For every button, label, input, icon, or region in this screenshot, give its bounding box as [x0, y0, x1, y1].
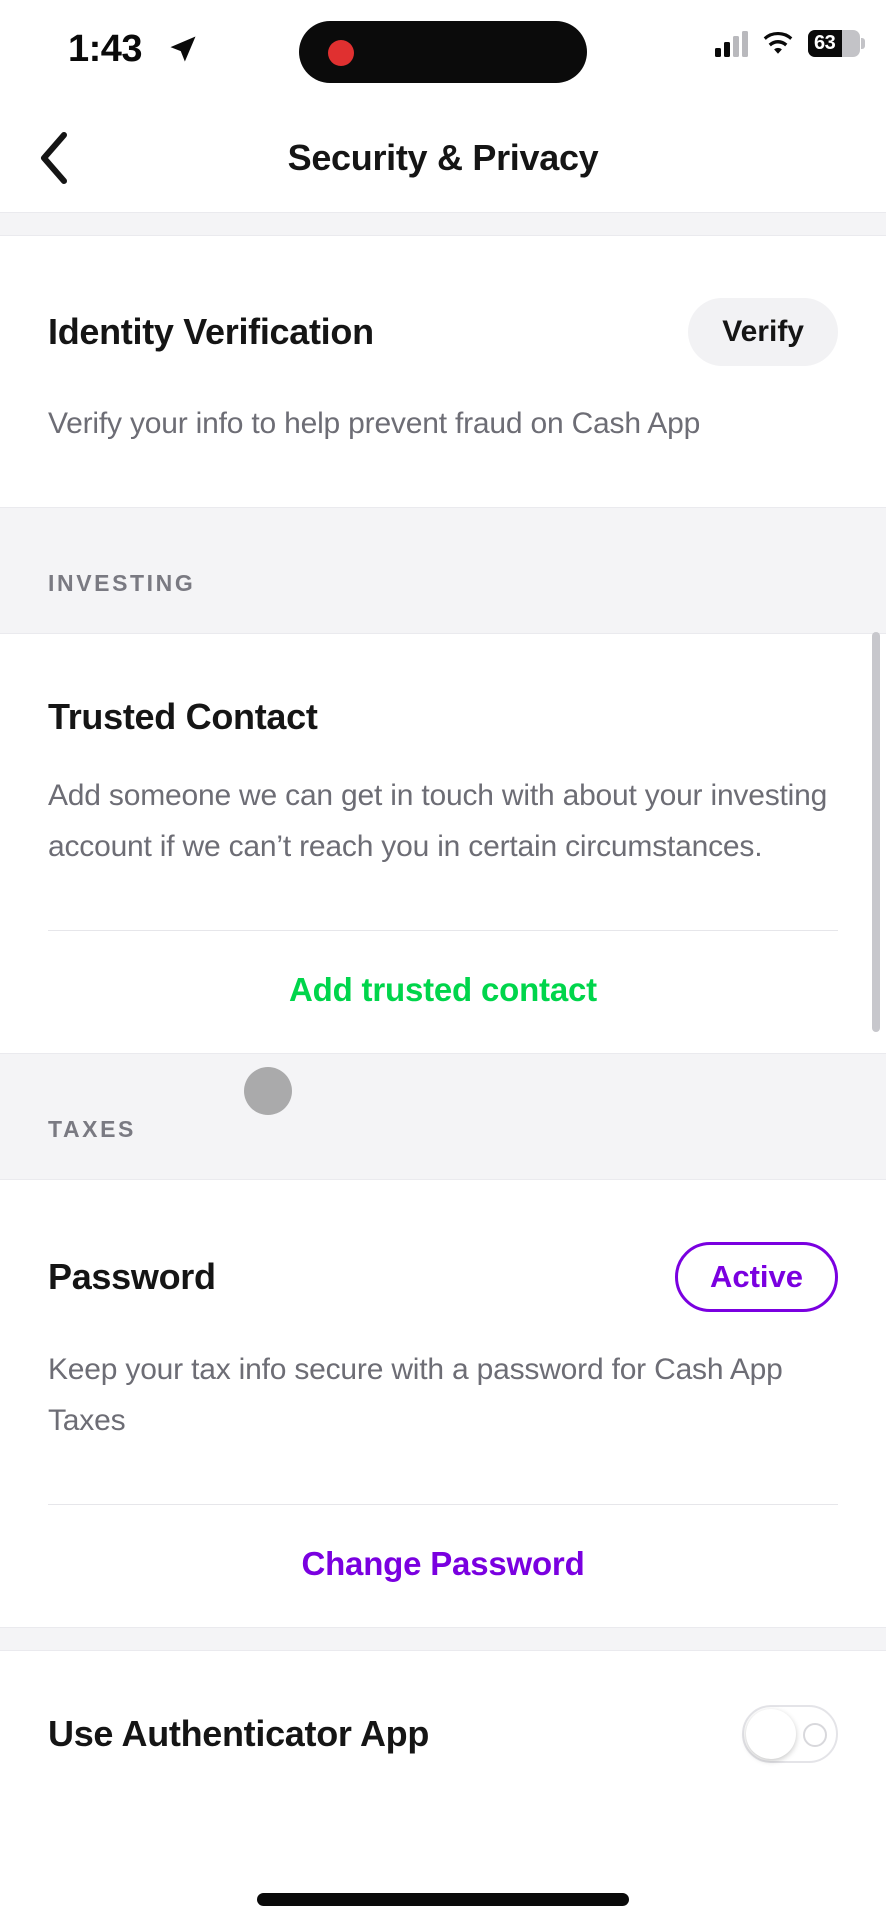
- back-button[interactable]: [22, 126, 86, 190]
- tax-password-title: Password: [48, 1256, 216, 1297]
- toggle-knob: [746, 1709, 796, 1759]
- chevron-left-icon: [41, 132, 67, 184]
- trusted-contact-card: Trusted Contact Add someone we can get i…: [0, 634, 886, 1053]
- location-arrow-icon: [170, 36, 196, 62]
- recording-dot-icon: [328, 40, 354, 66]
- status-bar-indicators: 63: [715, 30, 865, 57]
- section-header-taxes: TAXES: [0, 1053, 886, 1180]
- page-title: Security & Privacy: [287, 137, 599, 178]
- section-label-taxes: TAXES: [48, 1116, 136, 1142]
- home-indicator: [257, 1893, 629, 1906]
- dynamic-island: [299, 21, 587, 83]
- identity-verification-title: Identity Verification: [48, 311, 374, 352]
- identity-verification-card: Identity Verification Verify Verify your…: [0, 236, 886, 507]
- battery-percent-label: 63: [814, 32, 836, 54]
- section-gap: [0, 1627, 886, 1651]
- trusted-contact-title: Trusted Contact: [48, 696, 318, 737]
- identity-verification-description: Verify your info to help prevent fraud o…: [48, 407, 701, 440]
- cellular-signal-icon: [715, 30, 748, 57]
- authenticator-title: Use Authenticator App: [48, 1713, 430, 1754]
- section-header-investing: INVESTING: [0, 507, 886, 634]
- phone-screen: 1:43 63 Security & Privacy Identity Veri…: [0, 0, 886, 1920]
- wifi-icon: [763, 31, 793, 54]
- section-gap: [0, 212, 886, 236]
- status-badge-active[interactable]: Active: [674, 1242, 838, 1312]
- battery-icon: 63: [808, 30, 865, 57]
- authenticator-row[interactable]: Use Authenticator App: [0, 1651, 886, 1763]
- toggle-off-ring-icon: [803, 1723, 827, 1747]
- status-bar-time: 1:43: [68, 28, 143, 70]
- navigation-bar: Security & Privacy: [0, 104, 886, 212]
- trusted-contact-description: Add someone we can get in touch with abo…: [48, 779, 828, 863]
- tax-password-row: Password Active: [48, 1180, 838, 1312]
- authenticator-toggle[interactable]: [742, 1705, 838, 1763]
- verify-button[interactable]: Verify: [688, 298, 838, 366]
- identity-verification-row: Identity Verification Verify: [48, 236, 838, 366]
- tax-password-description: Keep your tax info secure with a passwor…: [48, 1353, 783, 1437]
- status-bar: 1:43 63: [0, 0, 886, 104]
- section-label-investing: INVESTING: [48, 570, 196, 596]
- change-password-button[interactable]: Change Password: [48, 1505, 838, 1627]
- add-trusted-contact-button[interactable]: Add trusted contact: [48, 931, 838, 1053]
- trusted-contact-row: Trusted Contact: [48, 634, 838, 738]
- tax-password-card: Password Active Keep your tax info secur…: [0, 1180, 886, 1627]
